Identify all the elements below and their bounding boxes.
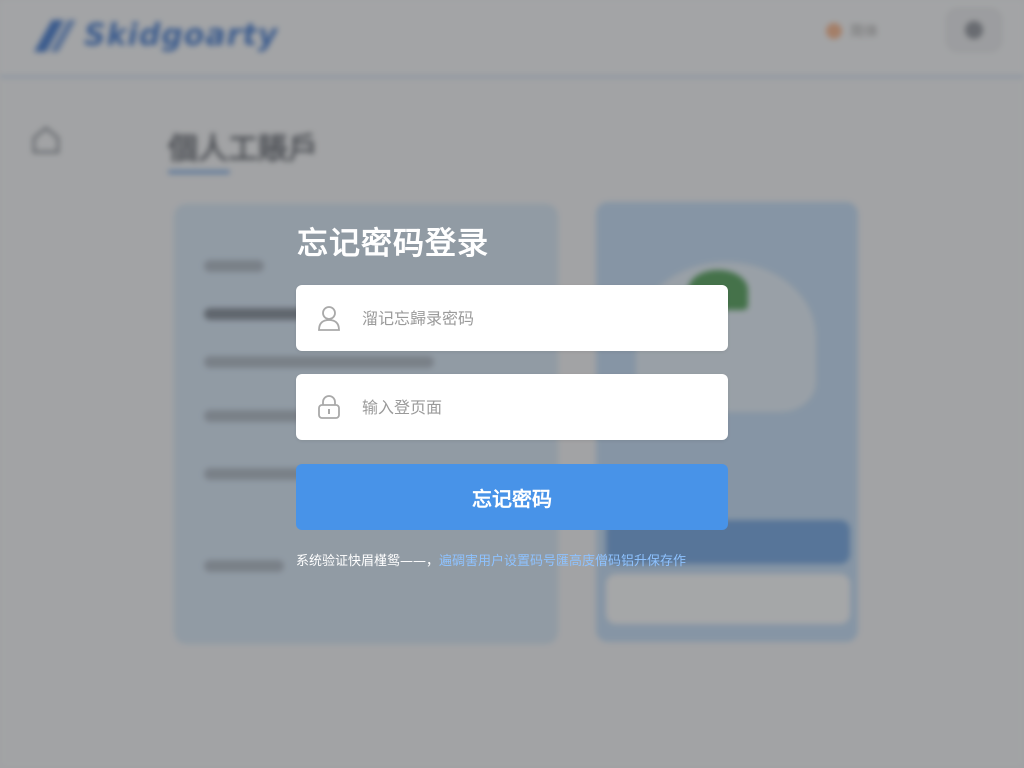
username-field[interactable] bbox=[296, 285, 728, 351]
username-input[interactable] bbox=[362, 298, 702, 338]
submit-button[interactable]: 忘记密码 bbox=[296, 464, 728, 530]
form-title: 忘记密码登录 bbox=[297, 226, 489, 262]
lock-icon bbox=[314, 392, 344, 422]
password-field[interactable] bbox=[296, 374, 728, 440]
hint-text: 系统验证快眉槿鸳——，遍碉害用户设置码号匯高庋僧码铝升保存作 bbox=[296, 550, 736, 569]
user-icon bbox=[314, 303, 344, 333]
password-input[interactable] bbox=[362, 387, 702, 427]
hint-link[interactable]: 遍碉害用户设置码号匯高庋僧码铝升保存作 bbox=[439, 554, 686, 569]
hint-plain-text: 系统验证快眉槿鸳——， bbox=[296, 554, 440, 569]
